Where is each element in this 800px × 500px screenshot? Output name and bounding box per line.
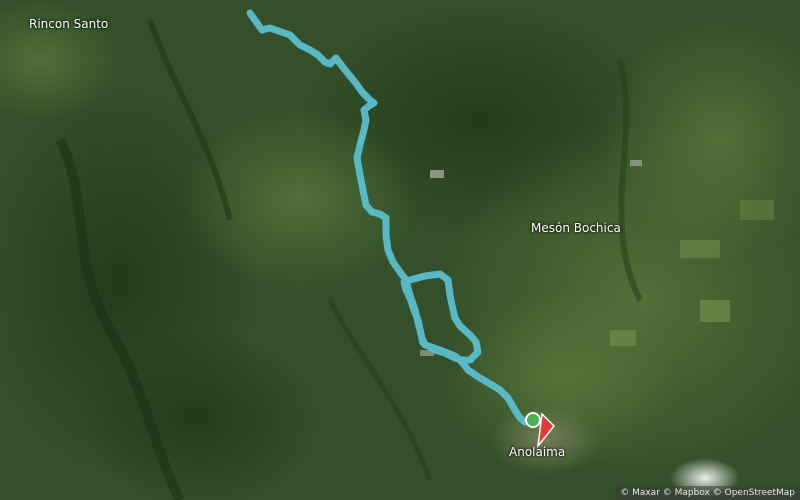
start-marker[interactable] — [525, 412, 541, 428]
route-markers — [525, 412, 556, 449]
map-view[interactable]: Rincon Santo Mesón Bochica Anolaima © Ma… — [0, 0, 800, 500]
map-attribution[interactable]: © Maxar © Mapbox © OpenStreetMap — [615, 486, 800, 500]
place-label-meson-bochica: Mesón Bochica — [531, 221, 621, 235]
place-label-anolaima: Anolaima — [509, 445, 566, 459]
place-label-rincon-santo: Rincon Santo — [29, 17, 109, 31]
